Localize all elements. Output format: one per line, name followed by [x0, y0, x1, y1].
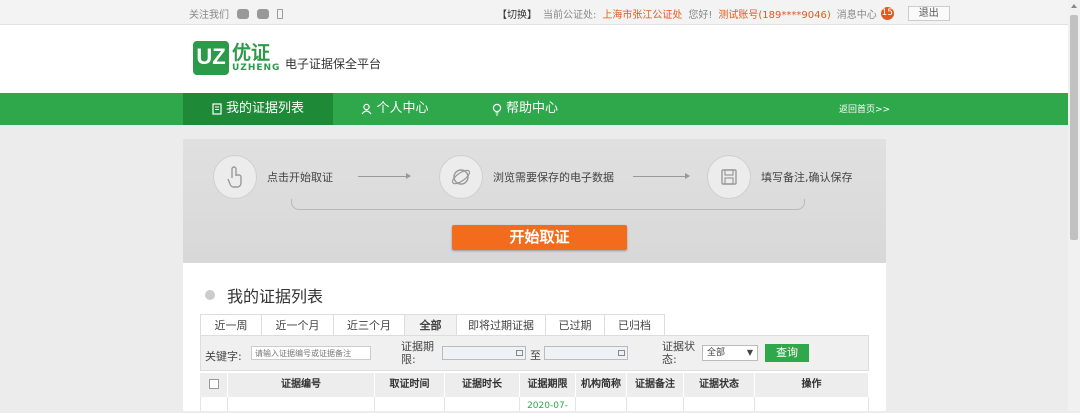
tab-archived[interactable]: 已归档 [604, 314, 665, 336]
step-3: 填写备注,确认保存 [707, 155, 853, 199]
message-center-link[interactable]: 消息中心 [837, 6, 877, 21]
table-header: 证据编号 取证时间 证据时长 证据期限 机构简称 证据备注 证据状态 操作 [200, 373, 869, 397]
logout-button[interactable]: 退出 [907, 6, 950, 21]
scroll-up-icon[interactable] [1071, 4, 1077, 8]
bulb-icon [492, 103, 502, 115]
tab-last-month[interactable]: 近一个月 [261, 314, 334, 336]
bullet-icon [205, 290, 215, 300]
tab-all[interactable]: 全部 [404, 314, 457, 336]
period-tabs: 近一周 近一个月 近三个月 全部 即将过期证据 已过期 已归档 [200, 314, 665, 336]
user-icon [362, 103, 372, 115]
filter-bar: 关键字: 证据期限: 至 证据状态: 全部 ▼ 查询 [200, 335, 869, 371]
wechat-icon[interactable] [237, 8, 249, 19]
tab-expiring-soon[interactable]: 即将过期证据 [456, 314, 546, 336]
greeting-text: 您好! [688, 10, 713, 21]
col-capture-time[interactable]: 取证时间 [375, 373, 445, 397]
social-links: 关注我们 [189, 6, 283, 21]
hand-pointer-icon [213, 155, 257, 199]
col-duration[interactable]: 证据时长 [445, 373, 520, 397]
row-institution-cell [576, 397, 627, 411]
platform-name: 电子证据保全平台 [285, 57, 382, 71]
switch-notary-link[interactable]: 【切换】 [497, 6, 537, 21]
row-capture-time-cell [375, 397, 445, 411]
main-nav: 我的证据列表 个人中心 帮助中心 返回首页>> [0, 93, 1068, 125]
step-2: 浏览需要保存的电子数据 [439, 155, 614, 199]
tab-last-three-months[interactable]: 近三个月 [333, 314, 405, 336]
follow-us-label: 关注我们 [189, 10, 229, 21]
col-status[interactable]: 证据状态 [684, 373, 755, 397]
evidence-steps-banner: 点击开始取证 浏览需要保存的电子数据 填写备注,确认保存 开始取证 [183, 139, 886, 263]
row-evidence-id-cell [228, 397, 375, 411]
site-header: UZ 优证 UZHENG 电子证据保全平台 [0, 25, 1068, 93]
col-expiry[interactable]: 证据期限 [520, 373, 576, 397]
account-info: 【切换】 当前公证处: 上海市张江公证处 您好! 测试账号(189****904… [497, 6, 950, 21]
account-name[interactable]: 测试账号(189****9046) [718, 6, 830, 21]
step-arrow [633, 173, 690, 179]
nav-label: 我的证据列表 [225, 101, 304, 116]
query-button[interactable]: 查询 [765, 344, 809, 362]
table-row: 2020-07- [200, 397, 869, 411]
row-actions-cell [755, 397, 869, 411]
step-1: 点击开始取证 [213, 155, 333, 199]
status-label: 证据状态: [662, 340, 695, 366]
col-evidence-id[interactable]: 证据编号 [228, 373, 375, 397]
mobile-icon[interactable] [277, 8, 283, 19]
row-remark-cell [627, 397, 684, 411]
period-label: 证据期限: [401, 340, 434, 366]
message-count-badge[interactable]: 15 [880, 7, 894, 20]
date-range-separator: 至 [530, 349, 541, 362]
status-select[interactable]: 全部 ▼ [702, 345, 758, 361]
step-arrow [358, 173, 411, 179]
status-select-value: 全部 [707, 348, 726, 358]
weibo-icon[interactable] [257, 8, 269, 19]
steps-bracket [291, 199, 805, 210]
browser-icon [439, 155, 483, 199]
logo-mark: UZ [193, 41, 229, 75]
page-scrollbar[interactable] [1068, 0, 1080, 411]
back-home-link[interactable]: 返回首页>> [839, 102, 890, 115]
row-status-cell [684, 397, 755, 411]
section-title: 我的证据列表 [205, 283, 323, 307]
logo-cn: 优证 [232, 42, 271, 64]
tab-expired[interactable]: 已过期 [545, 314, 605, 336]
site-logo[interactable]: UZ 优证 UZHENG [193, 41, 280, 75]
tab-last-week[interactable]: 近一周 [200, 314, 262, 336]
row-duration-cell [445, 397, 520, 411]
evidence-list-section: 我的证据列表 近一周 近一个月 近三个月 全部 即将过期证据 已过期 已归档 关… [183, 263, 886, 411]
select-all-checkbox[interactable] [208, 379, 219, 389]
current-notary-label: 当前公证处: [543, 10, 597, 21]
step-label: 浏览需要保存的电子数据 [493, 171, 614, 184]
caret-down-icon: ▼ [746, 348, 753, 357]
calendar-icon[interactable] [618, 350, 625, 356]
logo-brand: 优证 UZHENG [232, 43, 280, 73]
col-actions: 操作 [755, 373, 869, 397]
select-all-cell [200, 373, 228, 397]
nav-help-center[interactable]: 帮助中心 [475, 93, 575, 125]
nav-label: 个人中心 [376, 101, 429, 116]
current-notary-name: 上海市张江公证处 [602, 10, 683, 21]
row-select-cell [200, 397, 228, 411]
nav-evidence-list[interactable]: 我的证据列表 [183, 93, 333, 125]
end-date-input[interactable] [544, 346, 628, 360]
top-utility-bar: 关注我们 【切换】 当前公证处: 上海市张江公证处 您好! 测试账号(189**… [0, 0, 1068, 25]
row-expiry-cell: 2020-07- [520, 397, 576, 411]
nav-label: 帮助中心 [505, 101, 558, 116]
col-remark[interactable]: 证据备注 [627, 373, 684, 397]
step-label: 点击开始取证 [267, 171, 333, 184]
document-icon [212, 103, 222, 115]
logo-en: UZHENG [232, 63, 281, 73]
step-label: 填写备注,确认保存 [761, 171, 853, 184]
save-icon [707, 155, 751, 199]
calendar-icon[interactable] [516, 350, 523, 356]
start-evidence-button[interactable]: 开始取证 [452, 225, 627, 250]
scrollbar-thumb[interactable] [1070, 15, 1078, 240]
page-title: 我的证据列表 [227, 287, 324, 306]
start-date-input[interactable] [442, 346, 526, 360]
keyword-input[interactable] [251, 346, 371, 360]
keyword-label: 关键字: [205, 350, 242, 363]
col-institution[interactable]: 机构简称 [576, 373, 627, 397]
nav-personal-center[interactable]: 个人中心 [345, 93, 445, 125]
